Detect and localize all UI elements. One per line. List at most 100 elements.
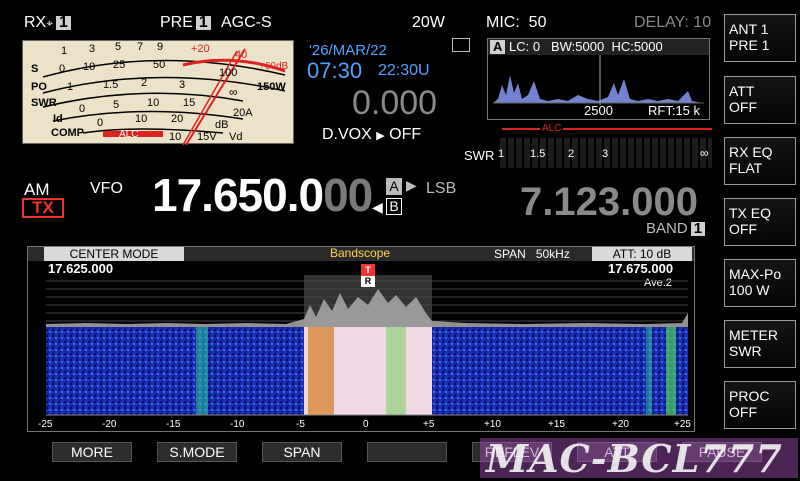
main-frequency-dim-digits: 00 <box>323 169 373 221</box>
proc-button[interactable]: PROC OFF <box>724 381 796 429</box>
button-line1: MAX-Po <box>729 266 782 282</box>
scope-tick: +10 <box>484 419 501 430</box>
pre-badge: 1 <box>195 15 211 31</box>
s-scale-7: 7 <box>137 41 144 53</box>
triangle-right-icon: ▶ <box>406 177 417 193</box>
po-scale-0: 0 <box>59 63 66 75</box>
bw-value: BW:5000 <box>550 39 605 54</box>
max-power-button[interactable]: MAX-Po 100 W <box>724 259 796 307</box>
rit-offset: 0.000 <box>352 84 438 122</box>
band-indicator: BAND 1 <box>646 220 706 237</box>
button-line2: SWR <box>729 343 762 359</box>
analog-meter: S PO SWR Id COMP 1 3 5 7 9 +20 40 +60dB … <box>22 40 294 146</box>
utc-time: 22:30U <box>378 62 430 79</box>
swr-bar-tick-2: 2 <box>568 148 575 160</box>
button-line1: ANT 1 <box>729 21 769 37</box>
scope-title: Bandscope <box>330 246 391 260</box>
alc-bar-label: ALC <box>540 123 564 134</box>
button-line2: OFF <box>729 99 757 115</box>
tx-eq-button[interactable]: TX EQ OFF <box>724 198 796 246</box>
swr-scale-2: 2 <box>141 77 148 89</box>
swr-scale-1-5: 1.5 <box>103 79 119 91</box>
id-scale-5: 5 <box>113 99 120 111</box>
tx-indicator: TX <box>22 198 64 218</box>
vd-scale-10: 10 <box>169 131 182 143</box>
meter-label-swr: SWR <box>31 97 57 109</box>
more-button[interactable]: MORE <box>52 442 132 462</box>
s-scale-5: 5 <box>115 41 122 53</box>
button-line1: PROC <box>729 388 770 404</box>
triangle-left-icon: ◀ <box>372 199 383 215</box>
scope-left-freq: 17.625.000 <box>48 261 114 276</box>
date-display: '26/MAR/22 <box>309 42 387 59</box>
pre-label: PRE <box>160 14 193 31</box>
swr-scale-1: 1 <box>67 81 74 93</box>
agc-indicator: AGC-S <box>221 14 272 31</box>
scope-tick: 0 <box>363 419 369 430</box>
swr-bar-tick-3: 3 <box>602 148 609 160</box>
filter-vfo-badge: A <box>490 40 506 54</box>
meter-label-po: PO <box>31 81 47 93</box>
power-indicator: 20W <box>412 14 445 31</box>
swr-scale-3: 3 <box>179 79 186 91</box>
id-scale-0: 0 <box>79 103 86 115</box>
sd-card-icon <box>452 38 470 52</box>
s-scale-plus20: +20 <box>191 43 210 55</box>
local-time: 07:30 <box>307 58 363 83</box>
mic-label: MIC: <box>486 14 520 31</box>
tx-marker: T <box>361 264 375 276</box>
comp-scale-0: 0 <box>97 117 104 129</box>
button-line2: OFF <box>729 221 757 237</box>
comp-scale-10: 10 <box>135 113 148 125</box>
button-line2: PRE 1 <box>729 37 770 53</box>
meter-button[interactable]: METER SWR <box>724 320 796 368</box>
scope-mode[interactable]: CENTER MODE <box>44 247 184 261</box>
rx-marker: R <box>361 276 375 287</box>
rx-eq-button[interactable]: RX EQ FLAT <box>724 137 796 185</box>
scope-tick: -25 <box>38 419 53 430</box>
vd-scale-15v: 15V <box>197 131 217 143</box>
button-line1: RX EQ <box>729 144 773 160</box>
swr-scale-inf: ∞ <box>229 85 238 99</box>
comp-scale-db: dB <box>215 119 229 131</box>
span-button[interactable]: SPAN <box>262 442 342 462</box>
bandscope[interactable]: CENTER MODE Bandscope SPAN 50kHz ATT: 10… <box>27 246 695 432</box>
swr-bar-label: SWR <box>464 148 495 163</box>
vfo-a-badge: A <box>386 178 402 195</box>
span-label: SPAN <box>494 247 526 261</box>
button-line1: METER <box>729 327 778 343</box>
po-scale-100: 100 <box>219 67 238 79</box>
filter-header: A LC: 0 BW:5000 HC:5000 <box>488 39 709 55</box>
delay-indicator: DELAY: 10 <box>634 14 712 31</box>
scope-tick: +15 <box>548 419 565 430</box>
mode-indicator: AM <box>24 180 50 199</box>
att-button[interactable]: ATT OFF <box>724 76 796 124</box>
button-line2: 100 W <box>729 282 770 298</box>
meter-label-s: S <box>31 63 39 75</box>
meter-label-id: Id <box>53 113 63 125</box>
main-frequency-digits: 17.650.0 <box>152 169 324 221</box>
s-scale-plus60: +60dB <box>259 61 289 72</box>
scope-tick: -10 <box>230 419 245 430</box>
preamp-indicator: PRE 1 <box>160 14 211 32</box>
po-scale-10: 10 <box>83 61 96 73</box>
scope-mode-button[interactable]: S.MODE <box>157 442 237 462</box>
scope-tick: +5 <box>423 419 435 430</box>
po-scale-50: 50 <box>153 59 166 71</box>
main-frequency[interactable]: 17.650.000 <box>152 168 373 222</box>
dvox-indicator: D.VOX ▶ OFF <box>322 126 421 144</box>
vd-scale-label: Vd <box>229 131 243 143</box>
scope-tick: +25 <box>674 419 691 430</box>
vfo-b-badge: B <box>386 198 402 215</box>
id-scale-20a: 20A <box>233 107 253 119</box>
ant-pre-button[interactable]: ANT 1 PRE 1 <box>724 14 796 62</box>
mic-value: 50 <box>528 14 547 31</box>
scope-right-freq: 17.675.000 <box>608 261 674 276</box>
meter-label-comp: COMP <box>51 127 84 139</box>
swr-bar-tick-1: 1 <box>498 148 505 160</box>
comp-scale-20: 20 <box>171 113 184 125</box>
blank-button[interactable] <box>367 442 447 462</box>
sub-frequency[interactable]: 7.123.000 <box>520 180 698 225</box>
scope-tick: +20 <box>612 419 629 430</box>
po-scale-150w: 150W <box>257 81 286 93</box>
